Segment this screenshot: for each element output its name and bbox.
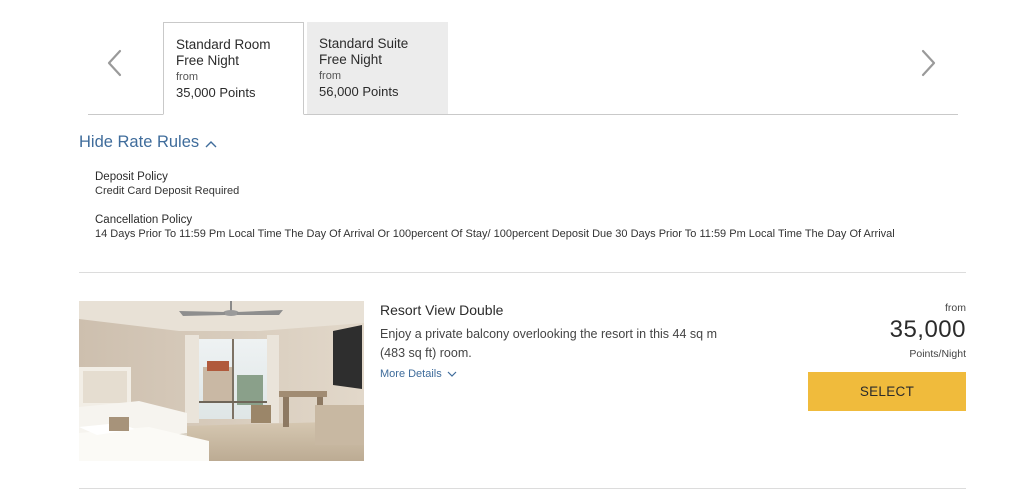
room-photo[interactable] <box>79 301 364 461</box>
select-button[interactable]: SELECT <box>808 372 966 411</box>
chevron-down-icon <box>447 371 457 377</box>
price-from-label: from <box>945 302 966 314</box>
carousel-prev-button[interactable] <box>104 48 126 78</box>
tab-from-label: from <box>319 70 341 82</box>
cancellation-policy-text: 14 Days Prior To 11:59 Pm Local Time The… <box>95 228 895 240</box>
room-title: Resort View Double <box>380 302 504 318</box>
chevron-left-icon <box>107 49 122 77</box>
price-unit: Points/Night <box>909 348 966 360</box>
section-divider <box>79 488 966 489</box>
price-points: 35,000 <box>889 316 966 343</box>
tab-name-line1: Standard Room <box>176 37 271 52</box>
tab-name-line2: Free Night <box>176 53 240 68</box>
tab-points: 56,000 Points <box>319 84 399 99</box>
tab-name-line1: Standard Suite <box>319 36 409 51</box>
more-details-link[interactable]: More Details <box>380 368 457 380</box>
tab-points: 35,000 Points <box>176 85 256 100</box>
hide-rate-rules-toggle[interactable]: Hide Rate Rules <box>79 133 217 152</box>
carousel-next-button[interactable] <box>917 48 939 78</box>
cancellation-policy-title: Cancellation Policy <box>95 214 193 226</box>
section-divider <box>79 272 966 273</box>
chevron-up-icon <box>205 140 217 147</box>
chevron-right-icon <box>921 49 936 77</box>
tab-standard-room-free-night[interactable]: Standard Room Free Night from 35,000 Poi… <box>163 22 304 115</box>
tab-name-line2: Free Night <box>319 52 383 67</box>
room-description: Enjoy a private balcony overlooking the … <box>380 327 717 360</box>
more-details-label: More Details <box>380 368 442 380</box>
cancellation-policy: Cancellation Policy 14 Days Prior To 11:… <box>95 213 895 241</box>
rate-rules-toggle-label: Hide Rate Rules <box>79 133 200 151</box>
room-photo-image <box>79 301 364 461</box>
deposit-policy-title: Deposit Policy <box>95 171 168 183</box>
deposit-policy-text: Credit Card Deposit Required <box>95 185 240 197</box>
deposit-policy: Deposit Policy Credit Card Deposit Requi… <box>95 170 239 198</box>
tab-from-label: from <box>176 71 198 83</box>
tab-standard-suite-free-night[interactable]: Standard Suite Free Night from 56,000 Po… <box>307 22 448 114</box>
